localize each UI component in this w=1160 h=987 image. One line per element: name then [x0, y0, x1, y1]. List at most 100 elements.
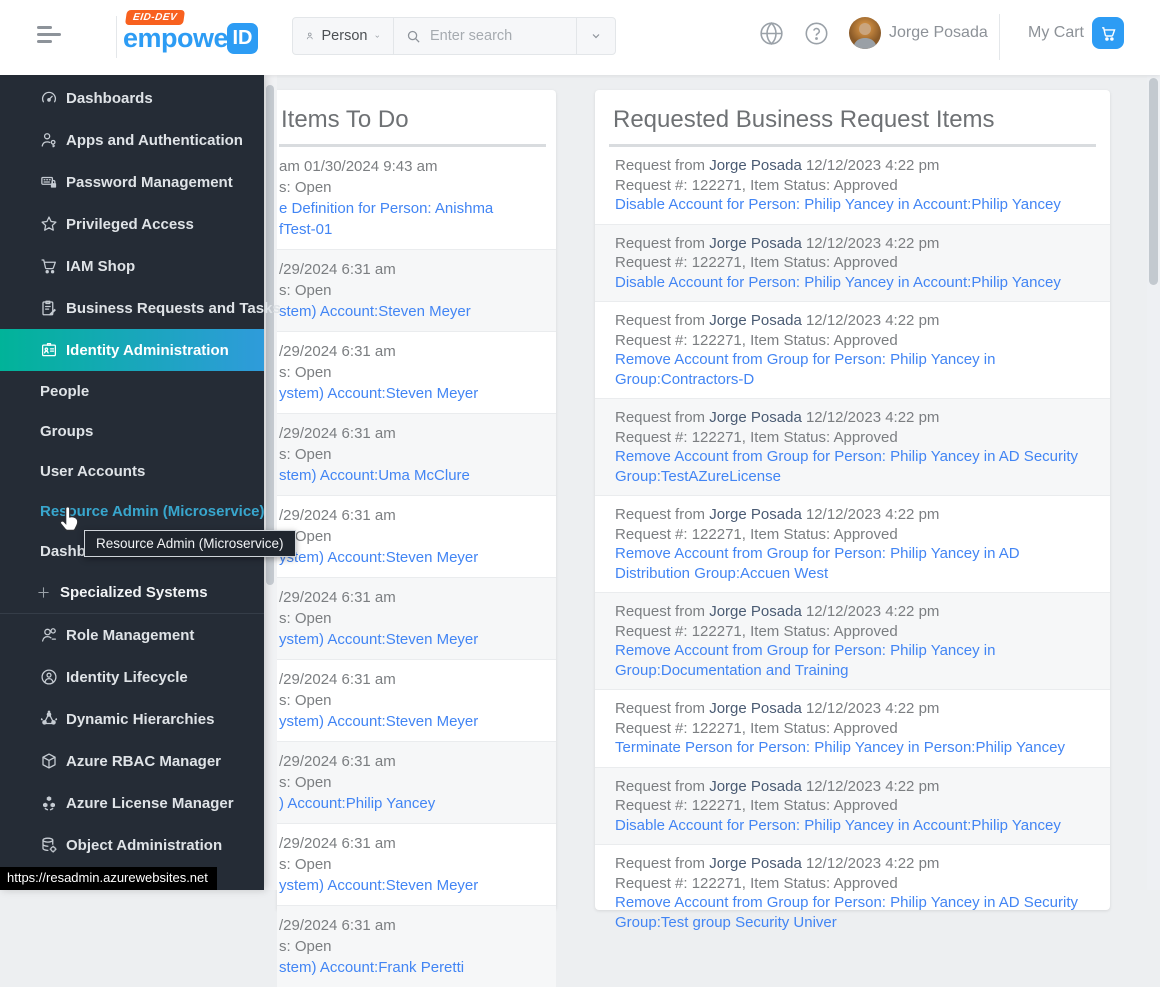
- request-date: 12/12/2023 4:22 pm: [801, 312, 940, 329]
- requester-name-link[interactable]: Jorge Posada: [709, 157, 802, 174]
- request-item-header: Request from Jorge Posada 12/12/2023 4:2…: [615, 311, 1090, 331]
- user-badge-icon: [40, 626, 58, 644]
- sidebar-menu: Dashboards Apps and Authentication Passwor…: [0, 75, 281, 890]
- requester-name-link[interactable]: Jorge Posada: [709, 506, 802, 523]
- top-navbar: EID-DEV empower ID Person Jorge Posada M…: [0, 0, 1160, 75]
- todo-item-time: am 01/30/2024 9:43 am: [279, 158, 438, 175]
- cart-button[interactable]: [1092, 17, 1124, 49]
- cube-icon: [40, 752, 58, 770]
- todo-item-status: s: Open: [279, 938, 332, 955]
- my-cart-label[interactable]: My Cart: [1028, 24, 1084, 42]
- request-date: 12/12/2023 4:22 pm: [801, 409, 940, 426]
- requester-name-link[interactable]: Jorge Posada: [709, 603, 802, 620]
- sidebar-subitem-user-accounts[interactable]: User Accounts: [0, 451, 264, 491]
- sidebar-item-object-administration[interactable]: Object Administration: [0, 824, 264, 866]
- sidebar-item-label: Password Management: [66, 173, 233, 191]
- page-scrollbar[interactable]: [1147, 75, 1160, 890]
- requester-name-link[interactable]: Jorge Posada: [709, 312, 802, 329]
- requester-name-link[interactable]: Jorge Posada: [709, 855, 802, 872]
- todo-item-status: s: Open: [279, 282, 332, 299]
- requested-business-request-items-panel: Requested Business Request Items Request…: [595, 90, 1110, 931]
- global-search: Person: [292, 17, 616, 55]
- search-type-dropdown[interactable]: Person: [293, 18, 393, 54]
- request-item-link[interactable]: Remove Account from Group for Person: Ph…: [615, 544, 1087, 583]
- sidebar-item-role-management[interactable]: Role Management: [0, 613, 264, 656]
- todo-item-link[interactable]: fTest-01: [279, 219, 550, 240]
- todo-item-link[interactable]: ystem) Account:Steven Meyer: [279, 711, 550, 732]
- todo-list-item: /29/2024 6:31 am s: Open ystem) Account:St…: [277, 495, 556, 577]
- search-type-label: Person: [321, 28, 368, 44]
- requester-name-link[interactable]: Jorge Posada: [709, 700, 802, 717]
- hamburger-menu-icon[interactable]: [37, 26, 61, 46]
- items-to-do-title: Items To Do: [281, 106, 409, 133]
- sidebar-item-label: Role Management: [66, 626, 195, 644]
- sidebar-item-password-management[interactable]: Password Management: [0, 161, 264, 203]
- user-avatar[interactable]: [849, 17, 881, 49]
- sidebar-subitem-resource-admin-microservice[interactable]: Resource Admin (Microservice): [0, 491, 265, 531]
- todo-item-time: /29/2024 6:31 am: [279, 261, 396, 278]
- todo-item-link[interactable]: ystem) Account:Steven Meyer: [279, 383, 550, 404]
- request-item-link[interactable]: Disable Account for Person: Philip Yance…: [615, 195, 1087, 215]
- sidebar-item-business-requests-and-tasks[interactable]: Business Requests and Tasks: [0, 287, 281, 329]
- request-item-link[interactable]: Remove Account from Group for Person: Ph…: [615, 447, 1087, 486]
- sidebar-subitem-specialized-systems[interactable]: Specialized Systems: [0, 571, 264, 613]
- search-input[interactable]: [428, 27, 552, 45]
- content-scrollbar-thumb[interactable]: [266, 85, 274, 585]
- sidebar-subitem-label: People: [40, 382, 90, 400]
- request-list-item: Request from Jorge Posada 12/12/2023 4:2…: [595, 223, 1110, 301]
- sidebar-item-identity-lifecycle[interactable]: Identity Lifecycle: [0, 656, 264, 698]
- sidebar-item-apps-and-authentication[interactable]: Apps and Authentication: [0, 119, 264, 161]
- todo-item-link[interactable]: ystem) Account:Steven Meyer: [279, 629, 550, 650]
- sidebar-item-dynamic-hierarchies[interactable]: Dynamic Hierarchies: [0, 698, 264, 740]
- todo-item-link[interactable]: stem) Account:Steven Meyer: [279, 301, 550, 322]
- todo-item-time: /29/2024 6:31 am: [279, 589, 396, 606]
- requester-name-link[interactable]: Jorge Posada: [709, 409, 802, 426]
- request-item-link[interactable]: Terminate Person for Person: Philip Yanc…: [615, 738, 1087, 758]
- language-globe-icon[interactable]: [758, 20, 785, 47]
- sidebar-subitem-groups[interactable]: Groups: [0, 411, 264, 451]
- person-icon: [306, 32, 313, 40]
- tooltip: Resource Admin (Microservice): [84, 530, 296, 557]
- sidebar-item-dashboards[interactable]: Dashboards: [0, 77, 264, 119]
- todo-item-link[interactable]: ) Account:Philip Yancey: [279, 793, 550, 814]
- todo-item-time: /29/2024 6:31 am: [279, 425, 396, 442]
- request-list-item: Request from Jorge Posada 12/12/2023 4:2…: [595, 844, 1110, 941]
- todo-item-time: /29/2024 6:31 am: [279, 753, 396, 770]
- help-icon[interactable]: [804, 21, 829, 46]
- requester-name-link[interactable]: Jorge Posada: [709, 235, 802, 252]
- sidebar-item-azure-rbac-manager[interactable]: Azure RBAC Manager: [0, 740, 264, 782]
- sidebar-item-label: Azure License Manager: [66, 794, 234, 812]
- todo-list-item: /29/2024 6:31 am s: Open stem) Account:Fra…: [277, 905, 556, 987]
- requester-name-link[interactable]: Jorge Posada: [709, 778, 802, 795]
- page-scrollbar-thumb[interactable]: [1149, 78, 1158, 285]
- sidebar-item-azure-license-manager[interactable]: Azure License Manager: [0, 782, 264, 824]
- todo-item-link[interactable]: stem) Account:Frank Peretti: [279, 957, 550, 978]
- content-scrollbar[interactable]: [264, 75, 277, 890]
- sidebar-item-privileged-access[interactable]: Privileged Access: [0, 203, 264, 245]
- request-from-label: Request from: [615, 312, 710, 329]
- todo-item-link[interactable]: ystem) Account:Steven Meyer: [279, 875, 550, 896]
- todo-item-link[interactable]: ystem) Account:Steven Meyer: [279, 547, 550, 568]
- request-list-item: Request from Jorge Posada 12/12/2023 4:2…: [595, 301, 1110, 398]
- todo-item-link[interactable]: stem) Account:Uma McClure: [279, 465, 550, 486]
- todo-list-item: /29/2024 6:31 am s: Open stem) Account:Uma…: [277, 413, 556, 495]
- search-options-dropdown[interactable]: [576, 18, 615, 54]
- request-from-label: Request from: [615, 234, 710, 252]
- request-item-link[interactable]: Remove Account from Group for Person: Ph…: [615, 893, 1087, 932]
- todo-list-item: am 01/30/2024 9:43 am s: Open e Definition…: [277, 147, 556, 249]
- todo-item-status: s: Open: [279, 856, 332, 873]
- todo-item-link[interactable]: e Definition for Person: Anishma: [279, 198, 550, 219]
- empowerid-logo[interactable]: EID-DEV empower ID: [123, 8, 273, 66]
- sidebar-subitem-people[interactable]: People: [0, 371, 264, 411]
- request-item-link[interactable]: Disable Account for Person: Philip Yance…: [615, 816, 1087, 836]
- user-name[interactable]: Jorge Posada: [889, 24, 988, 42]
- request-item-link[interactable]: Remove Account from Group for Person: Ph…: [615, 641, 1087, 680]
- request-item-link[interactable]: Disable Account for Person: Philip Yance…: [615, 273, 1087, 293]
- sidebar-item-iam-shop[interactable]: IAM Shop: [0, 245, 264, 287]
- request-item-link[interactable]: Remove Account from Group for Person: Ph…: [615, 350, 1087, 389]
- gauge-icon: [40, 89, 58, 107]
- request-from-label: Request from: [615, 777, 710, 795]
- sidebar-item-identity-administration[interactable]: Identity Administration: [0, 329, 264, 371]
- requested-items-list: Request from Jorge Posada 12/12/2023 4:2…: [595, 147, 1110, 941]
- sidebar-subitem-label: Resource Admin (Microservice): [40, 502, 265, 520]
